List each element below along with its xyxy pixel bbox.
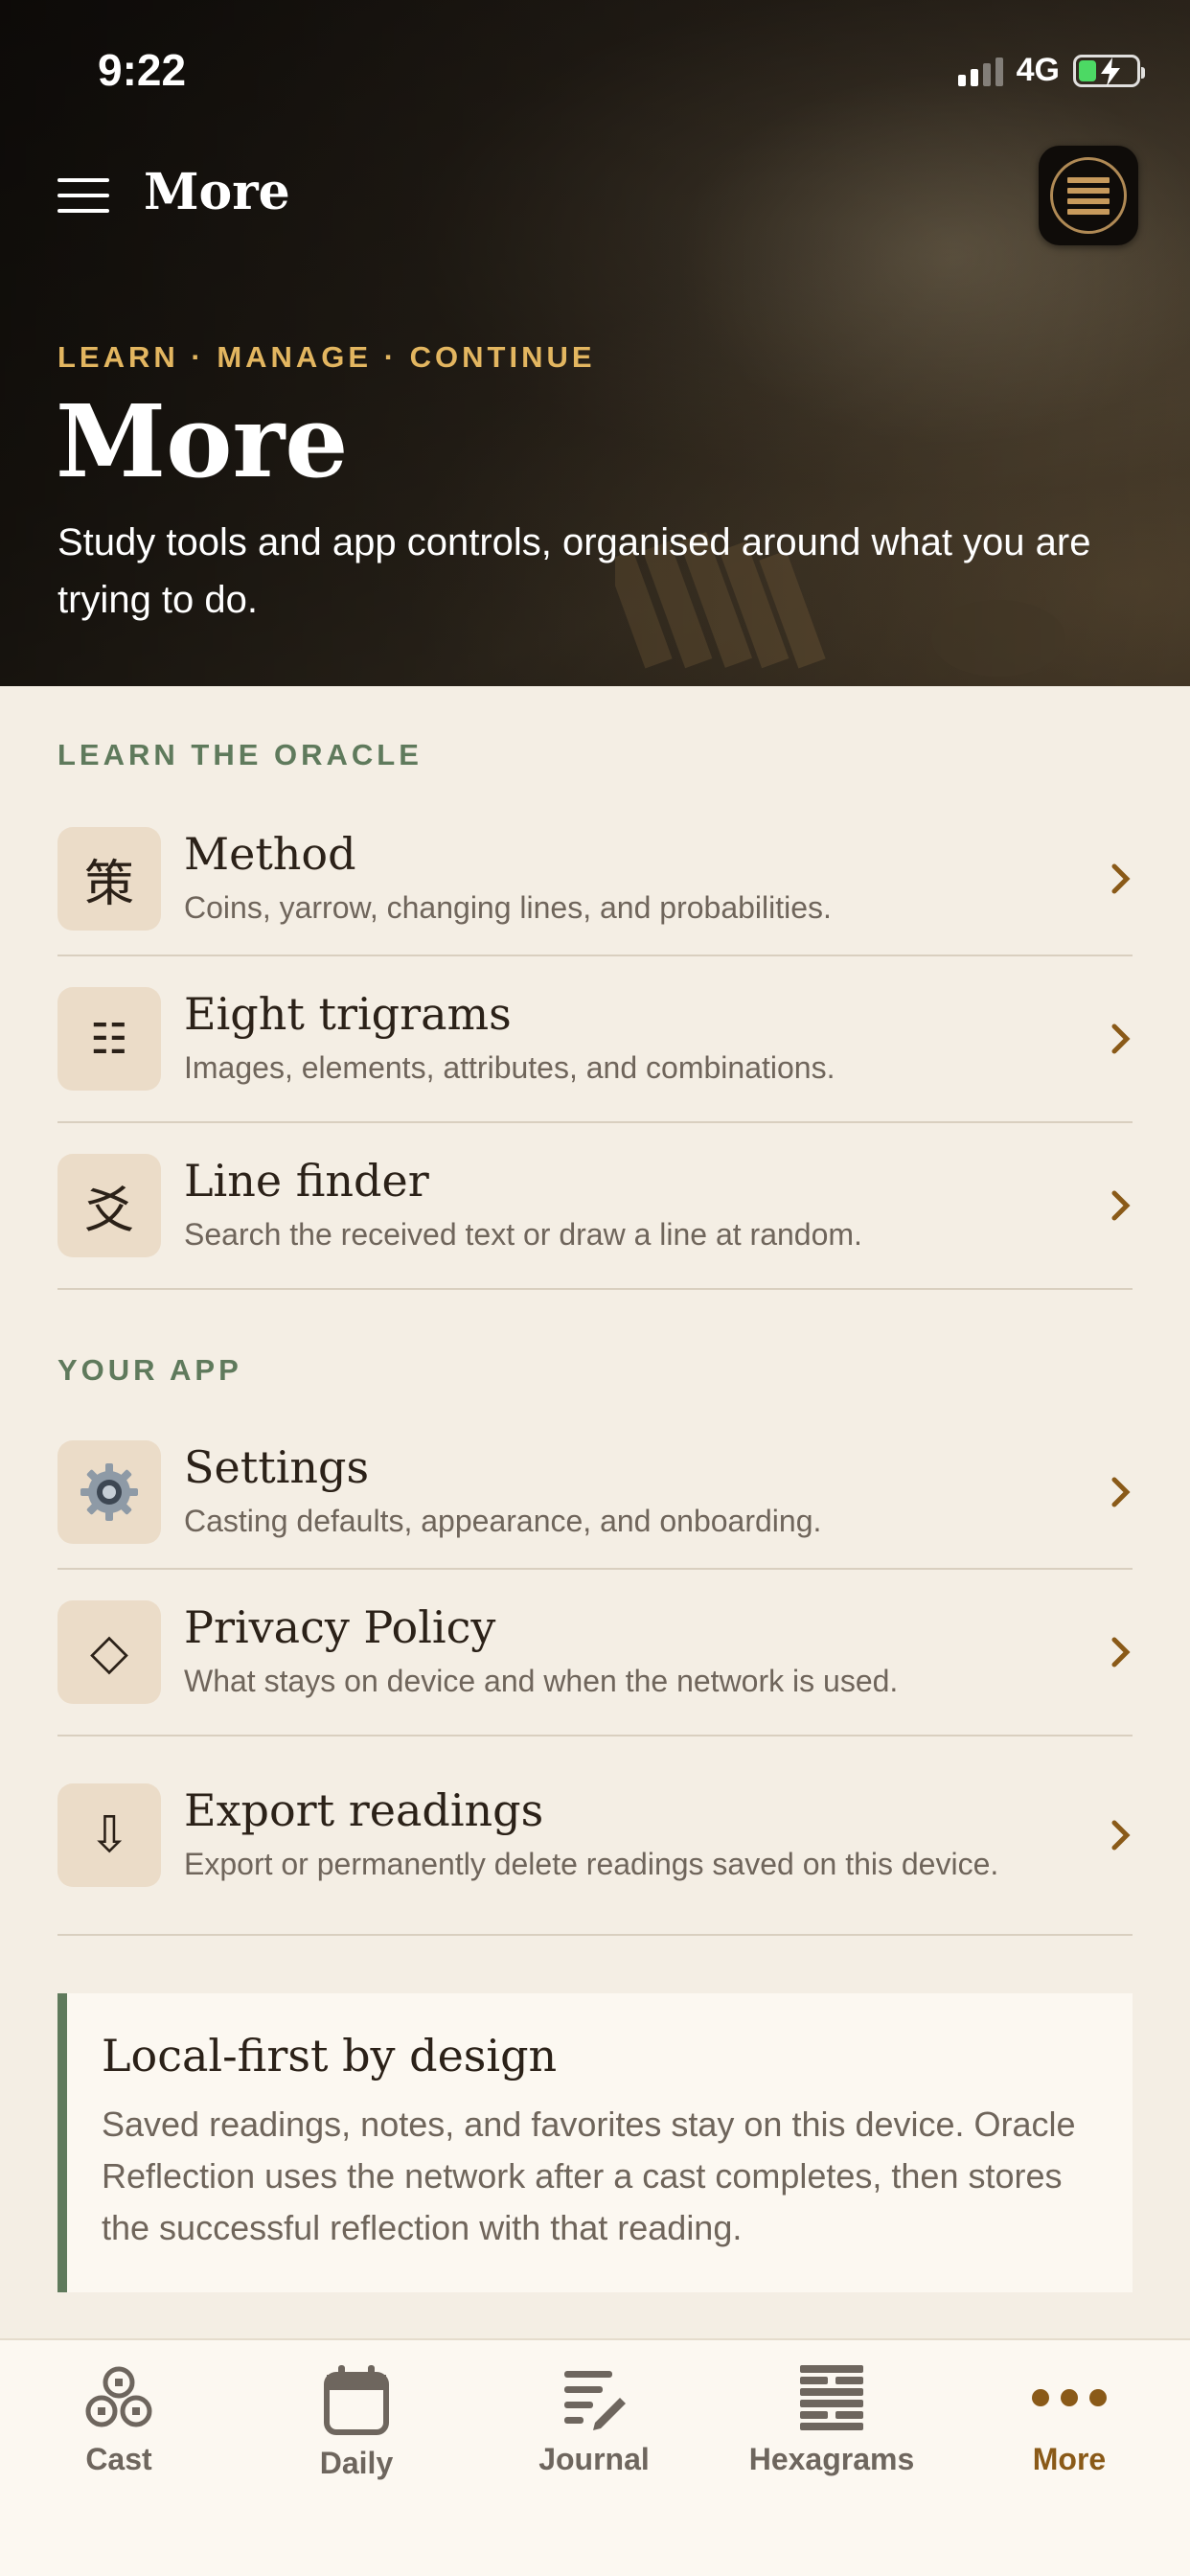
section-label-your-app: YOUR APP bbox=[57, 1353, 242, 1387]
card-body: Saved readings, notes, and favorites sta… bbox=[102, 2104, 1076, 2247]
diamond-icon: ◇ bbox=[57, 1600, 161, 1704]
list-item-method[interactable]: 策 Method Coins, yarrow, changing lines, … bbox=[57, 803, 1133, 956]
method-icon: 策 bbox=[57, 827, 161, 931]
chevron-right-icon bbox=[1094, 1188, 1133, 1223]
hamburger-icon[interactable] bbox=[57, 178, 109, 213]
list-item-line-finder[interactable]: 爻 Line finder Search the received text o… bbox=[57, 1123, 1133, 1290]
chevron-right-icon bbox=[1094, 1635, 1133, 1669]
tab-label: Journal bbox=[538, 2442, 650, 2476]
list-item-privacy-policy[interactable]: ◇ Privacy Policy What stays on device an… bbox=[57, 1570, 1133, 1736]
tab-label: More bbox=[1032, 2442, 1107, 2476]
tab-journal[interactable]: Journal bbox=[475, 2363, 713, 2477]
section-label-learn: LEARN THE ORACLE bbox=[57, 738, 423, 771]
list-item-export-readings[interactable]: ⇩ Export readings Export or permanently … bbox=[57, 1736, 1133, 1936]
card-title: Local-first by design bbox=[102, 2030, 558, 2082]
tab-bar: Cast Daily Journal Hexagrams More bbox=[0, 2338, 1190, 2576]
status-time: 9:22 bbox=[98, 45, 187, 95]
list-item-description: Casting defaults, appearance, and onboar… bbox=[184, 1503, 822, 1538]
page-title: More bbox=[56, 382, 349, 500]
chevron-right-icon bbox=[1094, 1475, 1133, 1509]
tab-hexagrams[interactable]: Hexagrams bbox=[713, 2363, 950, 2477]
network-type: 4G bbox=[1016, 52, 1060, 88]
list-item-description: Search the received text or draw a line … bbox=[184, 1216, 862, 1252]
chevron-right-icon bbox=[1094, 1818, 1133, 1852]
trigram-icon: ☷ bbox=[57, 987, 161, 1091]
list-item-title: Settings bbox=[184, 1441, 370, 1494]
list-item-description: Images, elements, attributes, and combin… bbox=[184, 1049, 835, 1085]
list-item-description: What stays on device and when the networ… bbox=[184, 1663, 899, 1698]
list-item-title: Export readings bbox=[184, 1784, 544, 1837]
download-arrow-icon: ⇩ bbox=[57, 1783, 161, 1887]
hexagram-logo-icon[interactable] bbox=[1039, 146, 1138, 245]
chevron-right-icon bbox=[1094, 1022, 1133, 1056]
tab-cast[interactable]: Cast bbox=[0, 2363, 238, 2477]
tab-more[interactable]: More bbox=[950, 2363, 1188, 2477]
line-finder-icon: 爻 bbox=[57, 1154, 161, 1257]
list-item-title: Line finder bbox=[184, 1155, 429, 1208]
page-subtitle: Study tools and app controls, organised … bbox=[57, 521, 1091, 621]
status-indicators: 4G bbox=[957, 52, 1145, 89]
ellipsis-icon bbox=[1032, 2389, 1107, 2406]
tab-label: Cast bbox=[85, 2442, 152, 2476]
list-item-title: Method bbox=[184, 828, 356, 881]
list-item-description: Export or permanently delete readings sa… bbox=[184, 1846, 999, 1881]
list-item-eight-trigrams[interactable]: ☷ Eight trigrams Images, elements, attri… bbox=[57, 956, 1133, 1123]
nav-title: More bbox=[144, 163, 290, 221]
list-item-description: Coins, yarrow, changing lines, and proba… bbox=[184, 889, 832, 925]
tab-daily[interactable]: Daily bbox=[238, 2363, 475, 2481]
chevron-right-icon bbox=[1094, 862, 1133, 896]
journal-icon bbox=[564, 2371, 626, 2430]
list-item-title: Eight trigrams bbox=[184, 988, 512, 1041]
battery-icon bbox=[1073, 54, 1145, 87]
calendar-icon bbox=[324, 2365, 389, 2435]
hero-kicker: LEARN · MANAGE · CONTINUE bbox=[57, 340, 596, 374]
gear-icon bbox=[57, 1440, 161, 1544]
signal-icon bbox=[957, 56, 1003, 86]
hexagram-icon bbox=[800, 2365, 863, 2430]
tab-label: Daily bbox=[319, 2446, 394, 2480]
list-item-title: Privacy Policy bbox=[184, 1601, 496, 1654]
coins-icon bbox=[85, 2366, 152, 2427]
tab-label: Hexagrams bbox=[748, 2442, 915, 2476]
local-first-card: Local-first by design Saved readings, no… bbox=[57, 1993, 1133, 2292]
list-item-settings[interactable]: Settings Casting defaults, appearance, a… bbox=[57, 1416, 1133, 1570]
